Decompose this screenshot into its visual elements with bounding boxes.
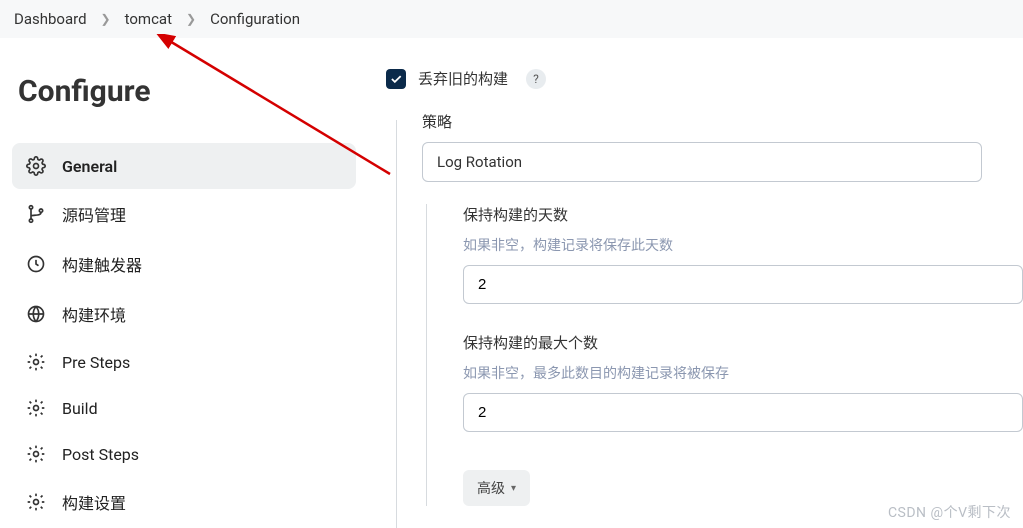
discard-old-builds-checkbox[interactable] <box>386 69 406 89</box>
strategy-select[interactable]: Log Rotation <box>422 142 982 182</box>
strategy-label: 策略 <box>422 111 1023 132</box>
gear-icon <box>26 444 46 464</box>
sidebar-item-label: 源码管理 <box>62 202 126 226</box>
sidebar-item-environment[interactable]: 构建环境 <box>12 289 356 339</box>
days-to-keep-input[interactable] <box>463 265 1023 304</box>
gear-icon <box>26 492 46 512</box>
sidebar-item-post-steps[interactable]: Post Steps <box>12 431 356 477</box>
sidebar-item-label: Build <box>62 399 98 418</box>
breadcrumb-dashboard[interactable]: Dashboard <box>14 10 87 28</box>
gear-icon <box>26 156 46 176</box>
breadcrumb-configuration[interactable]: Configuration <box>210 10 300 28</box>
sidebar-item-label: 构建设置 <box>62 490 126 514</box>
sidebar-item-build[interactable]: Build <box>12 385 356 431</box>
main-content: 丢弃旧的构建 ? 策略 Log Rotation 保持构建的天数 如果非空，构建… <box>368 38 1023 524</box>
sidebar-item-scm[interactable]: 源码管理 <box>12 189 356 239</box>
gear-icon <box>26 352 46 372</box>
chevron-right-icon: ❯ <box>186 12 196 26</box>
sidebar-item-label: Pre Steps <box>62 353 130 372</box>
discard-old-builds-label: 丢弃旧的构建 <box>418 68 508 89</box>
max-to-keep-hint: 如果非空，最多此数目的构建记录将被保存 <box>463 363 1023 383</box>
sidebar-item-label: Post Steps <box>62 445 139 464</box>
sidebar-item-build-settings[interactable]: 构建设置 <box>12 477 356 527</box>
chevron-down-icon: ▾ <box>511 483 516 494</box>
branch-icon <box>26 204 46 224</box>
gear-icon <box>26 398 46 418</box>
globe-icon <box>26 304 46 324</box>
advanced-button[interactable]: 高级 ▾ <box>463 470 530 506</box>
breadcrumb: Dashboard ❯ tomcat ❯ Configuration <box>0 0 1023 38</box>
sidebar-item-pre-steps[interactable]: Pre Steps <box>12 339 356 385</box>
clock-icon <box>26 254 46 274</box>
days-to-keep-hint: 如果非空，构建记录将保存此天数 <box>463 235 1023 255</box>
sidebar-item-general[interactable]: General <box>12 143 356 189</box>
help-icon[interactable]: ? <box>526 69 546 89</box>
sidebar-item-label: 构建环境 <box>62 302 126 326</box>
chevron-right-icon: ❯ <box>101 12 111 26</box>
breadcrumb-tomcat[interactable]: tomcat <box>125 10 172 28</box>
sidebar-item-triggers[interactable]: 构建触发器 <box>12 239 356 289</box>
sidebar-item-label: General <box>62 157 117 176</box>
sidebar: Configure General 源码管理 构建触发器 构建环境 Pre St… <box>0 38 368 524</box>
max-to-keep-label: 保持构建的最大个数 <box>463 332 1023 353</box>
advanced-label: 高级 <box>477 478 505 498</box>
days-to-keep-label: 保持构建的天数 <box>463 204 1023 225</box>
page-title: Configure <box>18 74 356 109</box>
max-to-keep-input[interactable] <box>463 393 1023 432</box>
sidebar-item-label: 构建触发器 <box>62 252 142 276</box>
